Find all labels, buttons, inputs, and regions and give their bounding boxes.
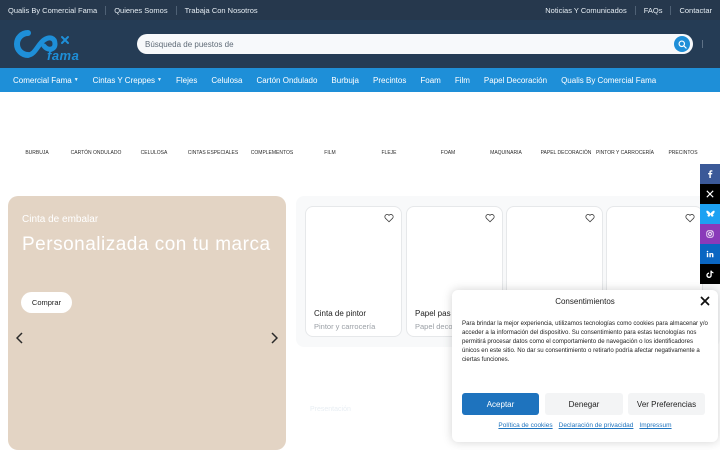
close-icon[interactable] (700, 296, 710, 306)
category-precintos[interactable]: PRECINTOS (648, 150, 718, 157)
nav-item-celulosa[interactable]: Celulosa (211, 76, 242, 85)
carousel-prev-icon[interactable] (15, 332, 24, 347)
heart-icon[interactable] (685, 213, 695, 223)
site-header: fama (0, 20, 720, 68)
impressum-link[interactable]: Impressum (639, 422, 671, 429)
main-nav: Comercial Fama ▼ Cintas Y Creppes ▼ Flejes… (0, 68, 720, 92)
search-bar (137, 34, 693, 54)
nav-item-cintas-creppes[interactable]: Cintas Y Creppes ▼ (93, 76, 162, 85)
logo-text: fama (47, 48, 80, 63)
product-name: Papel pas (415, 309, 451, 318)
cookie-policy-link[interactable]: Política de cookies (498, 422, 552, 429)
top-bar-left-links: Qualis By Comercial Fama Quienes Somos T… (0, 0, 266, 20)
hero-banner: Cinta de embalar Personalizada con tu ma… (8, 196, 286, 450)
accept-button[interactable]: Aceptar (462, 393, 539, 415)
privacy-statement-link[interactable]: Declaración de privacidad (559, 422, 634, 429)
consent-body-text: Para brindar la mejor experiencia, utili… (462, 320, 708, 363)
x-icon[interactable] (700, 184, 720, 204)
nav-item-papel-decoracion[interactable]: Papel Decoración (484, 76, 547, 85)
hero-subtitle: Cinta de embalar (22, 214, 99, 225)
product-category: Papel deco (415, 322, 453, 331)
social-share-bar (700, 164, 720, 284)
bluesky-icon[interactable] (700, 204, 720, 224)
nav-item-burbuja[interactable]: Burbuja (331, 76, 359, 85)
search-icon (677, 39, 687, 49)
heart-icon[interactable] (585, 213, 595, 223)
consent-title: Consentimientos (555, 297, 615, 306)
top-link-faqs[interactable]: FAQs (636, 5, 672, 15)
linkedin-icon[interactable] (700, 244, 720, 264)
product-category: Pintor y carrocería (314, 322, 376, 331)
nav-item-foam[interactable]: Foam (420, 76, 440, 85)
top-link-quienes-somos[interactable]: Quienes Somos (106, 5, 177, 15)
tiktok-icon[interactable] (700, 264, 720, 284)
top-link-trabaja[interactable]: Trabaja Con Nosotros (177, 6, 266, 15)
nav-item-precintos[interactable]: Precintos (373, 76, 406, 85)
heart-icon[interactable] (485, 213, 495, 223)
facebook-icon[interactable] (700, 164, 720, 184)
nav-item-carton-ondulado[interactable]: Cartón Ondulado (256, 76, 317, 85)
nav-label: Cintas Y Creppes (92, 75, 156, 85)
top-bar-right-links: Noticias Y Comunicados FAQs Contactar (537, 0, 720, 20)
nav-item-film[interactable]: Film (455, 76, 470, 85)
top-link-noticias[interactable]: Noticias Y Comunicados (537, 5, 636, 15)
top-link-qualis[interactable]: Qualis By Comercial Fama (0, 5, 107, 15)
preferences-button[interactable]: Ver Preferencias (628, 393, 705, 415)
search-button[interactable] (674, 36, 690, 52)
hero-buy-button[interactable]: Comprar (21, 292, 72, 313)
nav-label: Comercial Fama (13, 75, 72, 85)
consent-links: Política de cookies Declaración de priva… (452, 422, 718, 429)
instagram-icon[interactable] (700, 224, 720, 244)
fama-logo[interactable]: fama (8, 28, 80, 63)
nav-item-comercial-fama[interactable]: Comercial Fama ▼ (13, 76, 79, 85)
product-name: Cinta de pintor (314, 309, 367, 318)
category-strip: BURBUJA CARTÓN ONDULADO CELULOSA CINTAS … (0, 150, 700, 180)
header-divider (702, 40, 703, 48)
carousel-next-icon[interactable] (270, 332, 279, 347)
search-input[interactable] (145, 37, 665, 51)
nav-item-flejes[interactable]: Flejes (176, 76, 197, 85)
top-bar: Qualis By Comercial Fama Quienes Somos T… (0, 0, 720, 20)
heart-icon[interactable] (384, 213, 394, 223)
category-maquinaria[interactable]: MAQUINARIA (471, 150, 541, 157)
section-ghost-label: Presentación (310, 406, 351, 413)
nav-item-qualis[interactable]: Qualis By Comercial Fama (561, 76, 656, 85)
deny-button[interactable]: Denegar (545, 393, 623, 415)
hero-title: Personalizada con tu marca (22, 234, 271, 255)
cookie-consent-dialog: Consentimientos Para brindar la mejor ex… (452, 290, 718, 442)
product-card[interactable]: Cinta de pintor Pintor y carrocería (305, 206, 402, 337)
chevron-down-icon: ▼ (73, 77, 79, 83)
top-link-contactar[interactable]: Contactar (671, 6, 720, 15)
chevron-down-icon: ▼ (157, 77, 162, 83)
